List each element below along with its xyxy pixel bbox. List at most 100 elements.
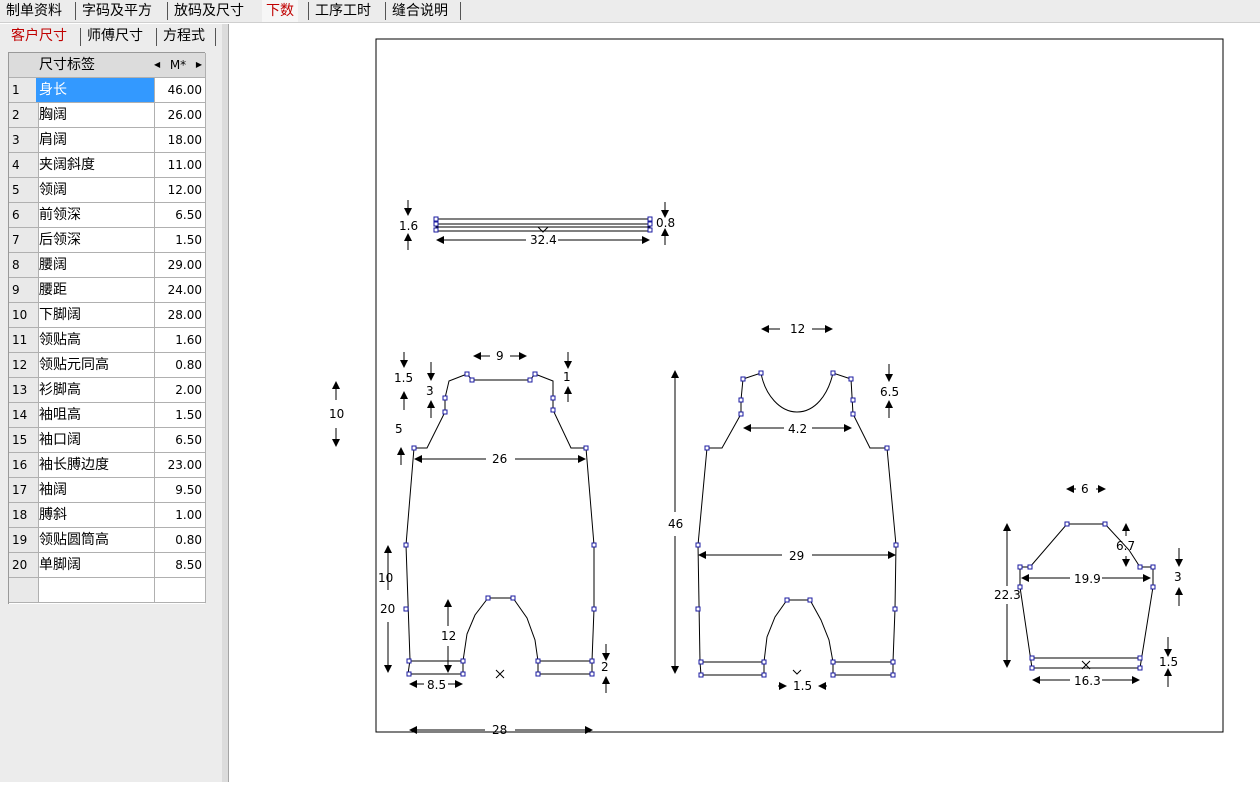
table-row[interactable]: 12 领贴元同高 0.80: [9, 353, 206, 378]
pane-splitter[interactable]: [222, 24, 229, 782]
table-row[interactable]: 13 衫脚高 2.00: [9, 378, 206, 403]
row-number[interactable]: 1: [9, 78, 39, 103]
size-value-cell[interactable]: 18.00: [152, 128, 206, 153]
table-row[interactable]: 8 腰阔 29.00: [9, 253, 206, 278]
size-value-cell[interactable]: 1.60: [152, 328, 206, 353]
size-label-cell[interactable]: 下脚阔: [36, 303, 155, 328]
row-number[interactable]: 15: [9, 428, 39, 453]
table-row[interactable]: 18 膊斜 1.00: [9, 503, 206, 528]
size-label-cell[interactable]: 袖咀高: [36, 403, 155, 428]
table-row[interactable]: 4 夹阔斜度 11.00: [9, 153, 206, 178]
size-value-cell[interactable]: 2.00: [152, 378, 206, 403]
size-value-cell[interactable]: 6.50: [152, 203, 206, 228]
pattern-drawing-area[interactable]: 1.6 0.8 32.4 10 9 1.5 3 1 5 26 10 20 12 …: [229, 24, 1260, 782]
size-label-cell[interactable]: 后领深: [36, 228, 155, 253]
size-label-cell[interactable]: 领贴元同高: [36, 353, 155, 378]
size-label-cell[interactable]: 领贴圆筒高: [36, 528, 155, 553]
row-number[interactable]: 13: [9, 378, 39, 403]
size-label-cell[interactable]: 腰阔: [36, 253, 155, 278]
table-row[interactable]: [9, 578, 206, 603]
row-number[interactable]: 2: [9, 103, 39, 128]
size-value-cell[interactable]: 6.50: [152, 428, 206, 453]
row-number[interactable]: 18: [9, 503, 39, 528]
tab-cutting[interactable]: 下数: [262, 0, 298, 22]
size-label-cell[interactable]: [36, 578, 155, 603]
size-value-cell[interactable]: 1.50: [152, 228, 206, 253]
tab-process-time[interactable]: 工序工时: [311, 0, 375, 22]
row-number[interactable]: 4: [9, 153, 39, 178]
table-row[interactable]: 14 袖咀高 1.50: [9, 403, 206, 428]
row-number[interactable]: 8: [9, 253, 39, 278]
row-number[interactable]: 3: [9, 128, 39, 153]
scroll-right-icon[interactable]: ▶: [196, 53, 202, 77]
size-label-cell[interactable]: 腰距: [36, 278, 155, 303]
size-value-cell[interactable]: 0.80: [152, 353, 206, 378]
table-row[interactable]: 1 身长 46.00: [9, 78, 206, 103]
size-label-cell[interactable]: 袖口阔: [36, 428, 155, 453]
size-value-cell[interactable]: 1.50: [152, 403, 206, 428]
size-label-cell[interactable]: 袖长膊边度: [36, 453, 155, 478]
row-number[interactable]: 5: [9, 178, 39, 203]
tab-customer-size[interactable]: 客户尺寸: [8, 26, 70, 46]
table-row[interactable]: 10 下脚阔 28.00: [9, 303, 206, 328]
table-row[interactable]: 5 领阔 12.00: [9, 178, 206, 203]
table-row[interactable]: 2 胸阔 26.00: [9, 103, 206, 128]
tab-master-size[interactable]: 师傅尺寸: [84, 26, 146, 46]
size-label-cell[interactable]: 身长: [36, 78, 155, 103]
size-value-cell[interactable]: 24.00: [152, 278, 206, 303]
column-header-label[interactable]: 尺寸标签: [36, 53, 155, 78]
table-row[interactable]: 16 袖长膊边度 23.00: [9, 453, 206, 478]
size-label-cell[interactable]: 膊斜: [36, 503, 155, 528]
size-label-cell[interactable]: 领阔: [36, 178, 155, 203]
size-value-cell[interactable]: 8.50: [152, 553, 206, 578]
size-value-cell[interactable]: 1.00: [152, 503, 206, 528]
tab-formula[interactable]: 方程式: [160, 26, 208, 46]
size-value-cell[interactable]: 12.00: [152, 178, 206, 203]
size-label-cell[interactable]: 前领深: [36, 203, 155, 228]
tab-order-info[interactable]: 制单资料: [2, 0, 66, 22]
size-value-cell[interactable]: 26.00: [152, 103, 206, 128]
table-row[interactable]: 6 前领深 6.50: [9, 203, 206, 228]
size-value-cell[interactable]: 29.00: [152, 253, 206, 278]
tab-grading[interactable]: 放码及尺寸: [170, 0, 248, 22]
row-number[interactable]: 10: [9, 303, 39, 328]
size-value-cell[interactable]: 0.80: [152, 528, 206, 553]
row-number[interactable]: 20: [9, 553, 39, 578]
size-value-cell[interactable]: [152, 578, 206, 603]
size-label-cell[interactable]: 肩阔: [36, 128, 155, 153]
table-row[interactable]: 3 肩阔 18.00: [9, 128, 206, 153]
row-number[interactable]: 19: [9, 528, 39, 553]
size-value-cell[interactable]: 23.00: [152, 453, 206, 478]
table-row[interactable]: 11 领贴高 1.60: [9, 328, 206, 353]
row-number[interactable]: 17: [9, 478, 39, 503]
column-header-size[interactable]: ◀ M* ▶: [152, 53, 206, 78]
scroll-left-icon[interactable]: ◀: [152, 53, 160, 77]
row-number[interactable]: 12: [9, 353, 39, 378]
size-value-cell[interactable]: 46.00: [152, 78, 206, 103]
row-number[interactable]: 11: [9, 328, 39, 353]
table-row[interactable]: 20 单脚阔 8.50: [9, 553, 206, 578]
row-number[interactable]: [9, 578, 39, 603]
tab-sewing-notes[interactable]: 缝合说明: [388, 0, 452, 22]
row-number[interactable]: 14: [9, 403, 39, 428]
dim-label: 12: [790, 322, 805, 336]
table-row[interactable]: 15 袖口阔 6.50: [9, 428, 206, 453]
row-number[interactable]: 16: [9, 453, 39, 478]
row-number[interactable]: 6: [9, 203, 39, 228]
tab-size-area[interactable]: 字码及平方: [78, 0, 156, 22]
size-label-cell[interactable]: 胸阔: [36, 103, 155, 128]
size-value-cell[interactable]: 28.00: [152, 303, 206, 328]
table-row[interactable]: 19 领贴圆筒高 0.80: [9, 528, 206, 553]
table-row[interactable]: 17 袖阔 9.50: [9, 478, 206, 503]
row-number[interactable]: 7: [9, 228, 39, 253]
row-number[interactable]: 9: [9, 278, 39, 303]
size-label-cell[interactable]: 袖阔: [36, 478, 155, 503]
table-row[interactable]: 7 后领深 1.50: [9, 228, 206, 253]
size-label-cell[interactable]: 夹阔斜度: [36, 153, 155, 178]
size-label-cell[interactable]: 衫脚高: [36, 378, 155, 403]
size-label-cell[interactable]: 领贴高: [36, 328, 155, 353]
table-row[interactable]: 9 腰距 24.00: [9, 278, 206, 303]
size-label-cell[interactable]: 单脚阔: [36, 553, 155, 578]
size-value-cell[interactable]: 9.50: [152, 478, 206, 503]
size-value-cell[interactable]: 11.00: [152, 153, 206, 178]
